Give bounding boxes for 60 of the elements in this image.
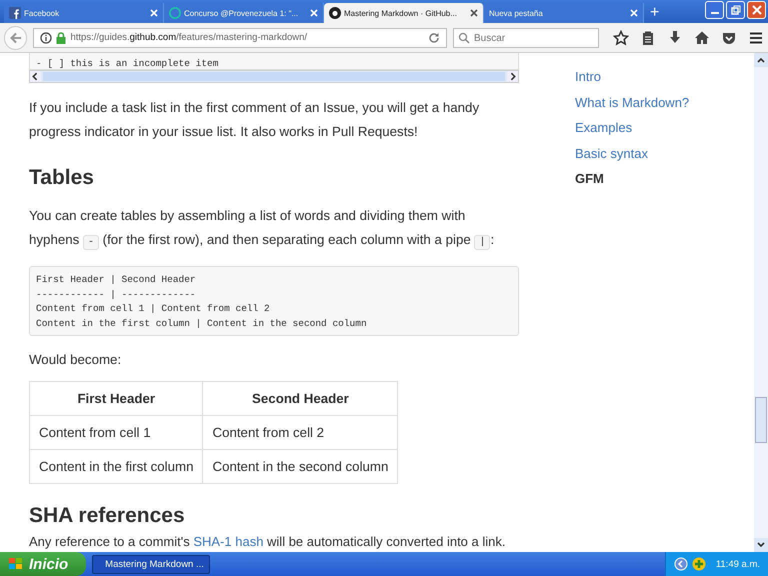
sidebar-link[interactable]: Intro xyxy=(575,68,754,86)
scroll-right-icon[interactable] xyxy=(507,71,518,82)
paragraph: Any reference to a commit's SHA-1 hash will be automatically converted into a link. xyxy=(29,534,506,550)
code-block: First Header | Second Header ------------ | ------------- Content from cell 1 | Content from cell 2 Content in the first column | Content in the second column xyxy=(29,266,519,336)
paragraph: You can create tables by assembling a list of words and dividing them with hyphens - (for the first row), and then separating each column with a pipe | : xyxy=(29,207,496,252)
info-icon xyxy=(40,32,52,44)
code-block: - [ ] this is an incomplete item xyxy=(29,53,519,70)
star-icon[interactable] xyxy=(613,30,629,46)
section-heading: Tables xyxy=(29,166,95,190)
facebook-icon xyxy=(9,7,21,19)
tab-title: Nueva pestaña xyxy=(489,8,544,18)
restore-icon[interactable] xyxy=(726,1,745,19)
padlock-icon xyxy=(56,32,66,44)
reload-icon[interactable] xyxy=(428,32,440,44)
table-cell: Content from cell 1 xyxy=(30,416,203,450)
table-cell: Content in the first column xyxy=(30,450,203,484)
inline-code: - xyxy=(82,235,99,250)
table-header: Second Header xyxy=(202,382,398,416)
paragraph: Would become: xyxy=(29,351,122,369)
browser-tab[interactable]: Concurso @Provenezuela 1: "... xyxy=(164,3,324,23)
scroll-down-icon[interactable] xyxy=(754,538,768,552)
address-field[interactable]: https://guides.github.com/features/mastering-markdown/ xyxy=(33,28,447,48)
link[interactable]: SHA-1 hash xyxy=(193,534,264,549)
back-arrow-icon xyxy=(8,30,23,44)
plus-circle-icon[interactable] xyxy=(692,557,706,571)
paragraph: If you include a task list in the first comment of an Issue, you will get a handy progress indicator in your issue list. It also works in Pull Requests! xyxy=(29,99,480,141)
close-icon[interactable] xyxy=(470,9,478,17)
browser-tab[interactable]: Nueva pestaña xyxy=(484,3,644,23)
scroll-up-icon[interactable] xyxy=(754,53,768,67)
scroll-thumb[interactable] xyxy=(755,397,767,443)
new-tab-button[interactable]: + xyxy=(644,3,666,23)
search-field[interactable]: Buscar xyxy=(453,28,599,48)
tab-title: Mastering Markdown · GitHub... xyxy=(344,8,458,18)
table-header: First Header xyxy=(30,382,203,416)
menu-icon[interactable] xyxy=(748,30,764,46)
clock: 11:49 a.m. xyxy=(716,558,760,570)
minimize-icon[interactable] xyxy=(705,1,724,19)
sidebar-link[interactable]: Basic syntax xyxy=(575,144,754,162)
start-button[interactable]: Inicio xyxy=(0,552,86,576)
tab-title: Facebook xyxy=(24,8,60,18)
inline-code: | xyxy=(474,235,490,250)
scroll-thumb[interactable] xyxy=(43,72,505,81)
home-icon[interactable] xyxy=(694,30,710,46)
download-icon[interactable] xyxy=(667,30,683,46)
horizontal-scrollbar[interactable] xyxy=(29,70,519,83)
back-button[interactable] xyxy=(4,26,28,50)
table-cell: Content in the second column xyxy=(202,450,398,484)
scroll-left-icon[interactable] xyxy=(30,71,41,82)
browser-tab[interactable]: Mastering Markdown · GitHub... xyxy=(324,3,484,23)
taskbar-window-button[interactable]: Mastering Markdown ... xyxy=(92,554,210,574)
sidebar-link[interactable]: GFM xyxy=(575,170,754,188)
section-heading: SHA references xyxy=(29,504,186,528)
tab-title: Concurso @Provenezuela 1: "... xyxy=(184,8,300,18)
flag-icon xyxy=(8,557,24,571)
clipboard-icon[interactable] xyxy=(640,30,656,46)
browser-tab[interactable]: Facebook xyxy=(4,3,164,23)
table-cell: Content from cell 2 xyxy=(202,416,398,450)
vertical-scrollbar[interactable] xyxy=(754,53,768,552)
sidebar-link[interactable]: Examples xyxy=(575,119,754,136)
sidebar-link[interactable]: What is Markdown? xyxy=(575,94,754,111)
